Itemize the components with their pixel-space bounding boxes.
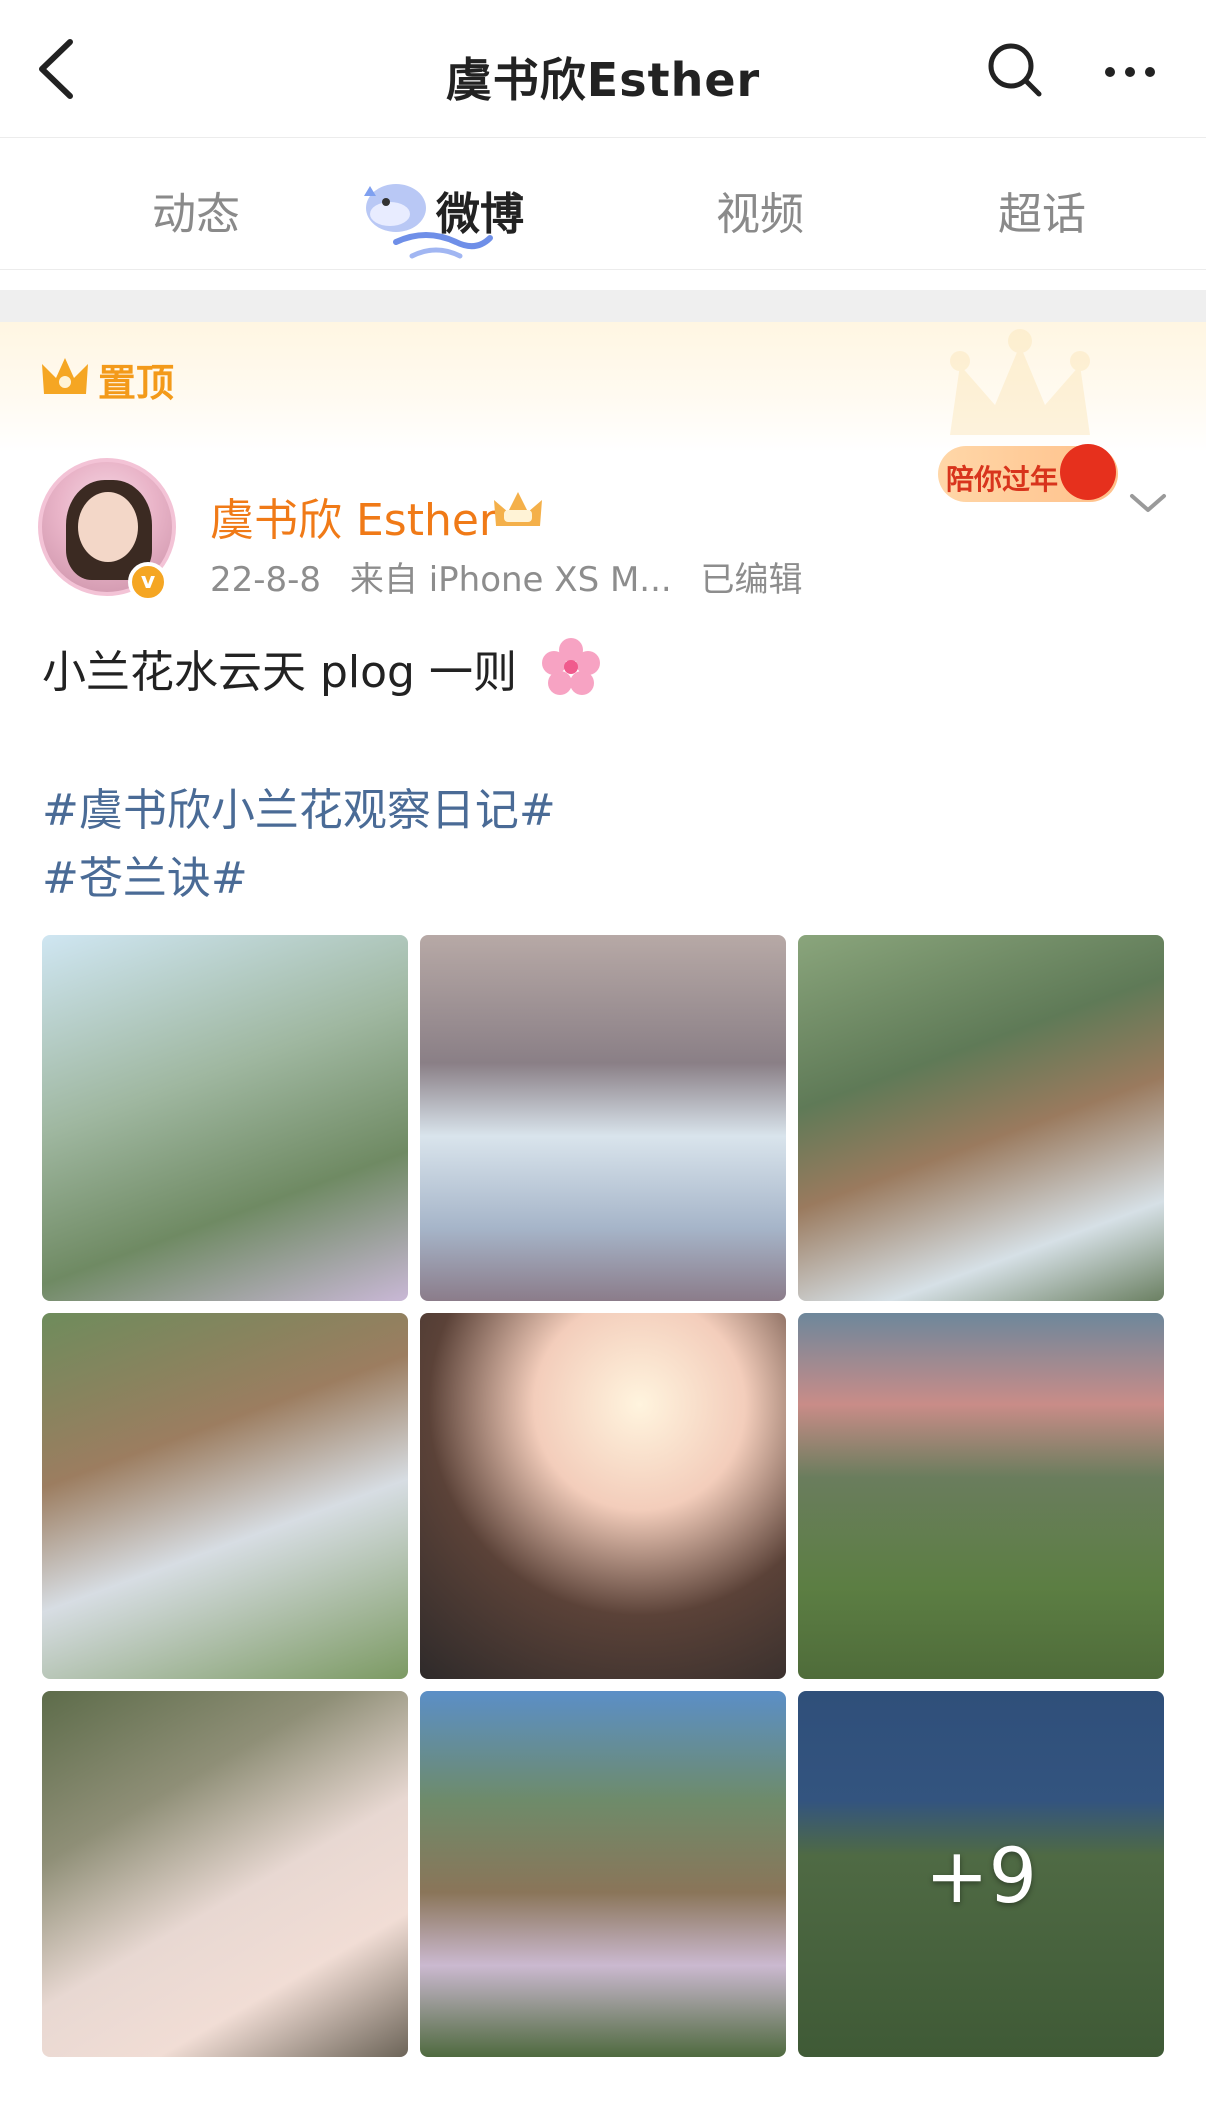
post-source: 来自 iPhone XS M... [349, 560, 672, 600]
tab-super-topic[interactable]: 超话 [998, 178, 1086, 242]
post-image[interactable] [42, 1691, 408, 2057]
chevron-down-icon[interactable] [1128, 490, 1168, 516]
hashtag-link[interactable]: #苍兰诀# [42, 842, 248, 906]
post-image[interactable] [42, 935, 408, 1301]
post-image[interactable] [42, 1313, 408, 1679]
image-grid: +9 [42, 935, 1164, 2057]
more-dots-icon[interactable] [1100, 40, 1160, 100]
tab-dynamic[interactable]: 动态 [152, 178, 240, 242]
pinned-label: 置顶 [98, 361, 175, 405]
author-name[interactable]: 虞书欣 Esther [210, 484, 497, 548]
post-date: 22-8-8 [210, 560, 322, 600]
new-year-badge-text: 陪你过年 [946, 463, 1059, 496]
post-image-more[interactable]: +9 [798, 1691, 1164, 2057]
whale-mascot-icon [364, 184, 493, 259]
edited-label: 已编辑 [700, 560, 803, 600]
section-divider [0, 290, 1206, 322]
verified-badge-icon: v [128, 562, 168, 602]
post-image[interactable] [420, 1313, 786, 1679]
crown-watermark-icon [950, 329, 1090, 435]
top-bar: 虞书欣Esther [0, 0, 1206, 138]
crown-icon [42, 358, 88, 394]
vip-crown-icon [494, 492, 542, 526]
cherry-blossom-icon [542, 638, 600, 695]
search-icon[interactable] [985, 40, 1045, 100]
post-image[interactable] [420, 1691, 786, 2057]
hashtag-link[interactable]: #虞书欣小兰花观察日记# [42, 774, 556, 838]
post-image[interactable] [798, 1313, 1164, 1679]
profile-tabs: 动态 微博 视频 超话 [0, 138, 1206, 270]
post-image[interactable] [420, 935, 786, 1301]
lantern-icon [1060, 444, 1116, 500]
post-meta: 22-8-8 来自 iPhone XS M... 已编辑 [210, 552, 821, 601]
more-images-count: +9 [924, 1831, 1038, 1920]
post-body-text: 小兰花水云天 plog 一则 [42, 647, 517, 698]
post-image[interactable] [798, 935, 1164, 1301]
tab-video[interactable]: 视频 [716, 178, 804, 242]
